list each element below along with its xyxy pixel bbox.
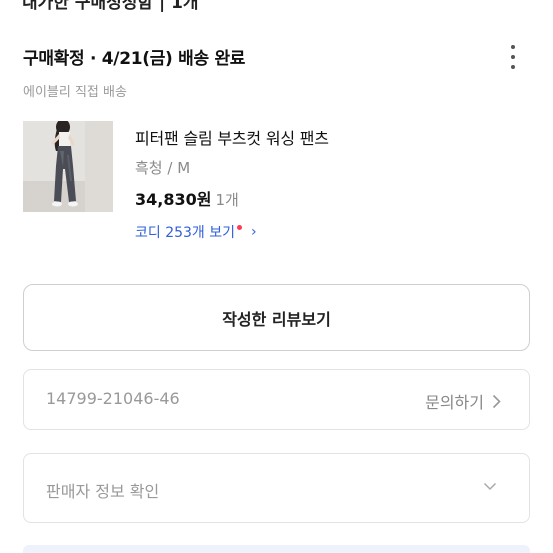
product-quantity: 1개 xyxy=(215,191,239,209)
product-name[interactable]: 피터팬 슬림 부츠컷 워싱 팬츠 xyxy=(135,125,329,149)
seller-info-label: 판매자 정보 확인 xyxy=(46,482,160,501)
more-options-icon[interactable] xyxy=(506,42,520,72)
order-number-box: 14799-21046-46 문의하기 xyxy=(23,369,530,430)
previous-section-title: 내가한 구매정정함 | 1개 xyxy=(22,0,199,13)
bottom-banner[interactable] xyxy=(23,545,530,553)
chevron-right-icon xyxy=(492,394,501,408)
new-badge-dot xyxy=(237,224,243,230)
product-thumbnail[interactable] xyxy=(23,121,113,212)
jeans-photo-icon xyxy=(23,121,113,212)
view-review-button[interactable]: 작성한 리뷰보기 xyxy=(23,284,530,351)
delivery-method-label: 에이블리 직접 배송 xyxy=(23,85,127,100)
order-status-title: 구매확정 · 4/21(금) 배송 완료 xyxy=(23,49,246,69)
product-option: 흑청 / M xyxy=(135,159,191,177)
inquiry-button[interactable]: 문의하기 xyxy=(425,389,501,413)
codi-link-label: 코디 253개 보기 xyxy=(135,225,236,241)
order-number: 14799-21046-46 xyxy=(46,389,180,408)
price-row: 34,830원 1개 xyxy=(135,186,239,210)
inquiry-label: 문의하기 xyxy=(425,393,484,412)
codi-link[interactable]: 코디 253개 보기 › xyxy=(135,222,257,242)
chevron-right-icon: › xyxy=(251,224,257,240)
product-price: 34,830원 xyxy=(135,190,212,209)
seller-info-toggle[interactable]: 판매자 정보 확인 xyxy=(23,453,530,523)
chevron-down-icon xyxy=(483,482,497,491)
